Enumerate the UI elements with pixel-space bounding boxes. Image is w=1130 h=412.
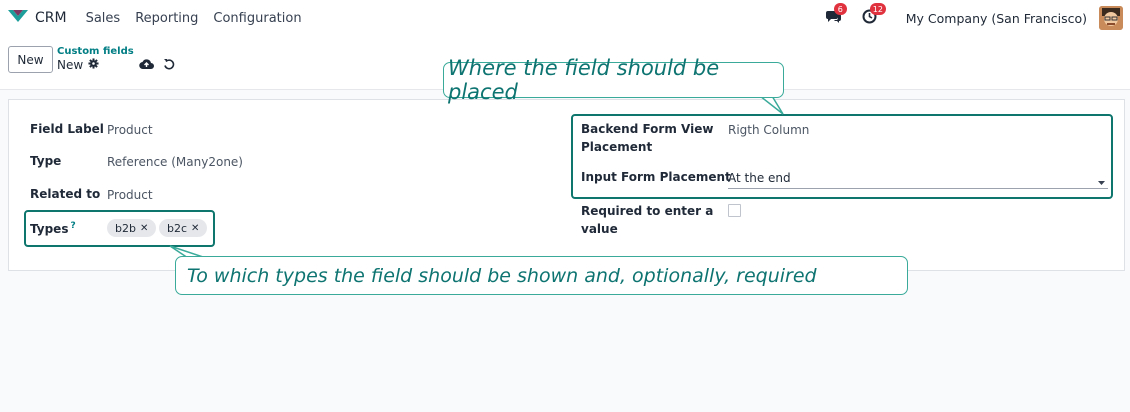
placement-callout-text: Where the field should be placed xyxy=(448,56,720,104)
types-callout-text: To which types the field should be shown… xyxy=(187,264,817,287)
placement-callout: Where the field should be placed xyxy=(443,56,784,104)
types-callout: To which types the field should be shown… xyxy=(175,256,908,295)
